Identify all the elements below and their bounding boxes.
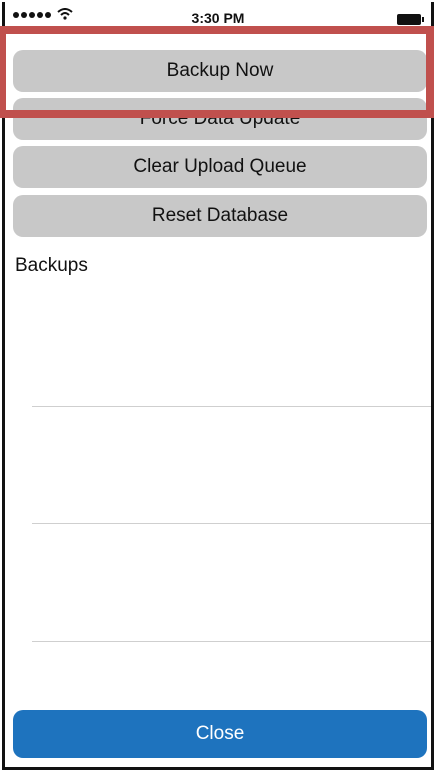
list-divider xyxy=(32,523,431,524)
status-time: 3:30 PM xyxy=(191,10,245,26)
list-divider xyxy=(32,406,431,407)
close-button[interactable]: Close xyxy=(13,710,427,758)
status-bar: 3:30 PM xyxy=(5,2,431,30)
reset-database-button[interactable]: Reset Database xyxy=(13,195,427,237)
clear-upload-queue-button[interactable]: Clear Upload Queue xyxy=(13,146,427,188)
phone-screen: 3:30 PM Backup Now Force Data Update Cle… xyxy=(2,2,434,770)
backups-heading: Backups xyxy=(15,255,88,276)
list-divider xyxy=(32,641,431,642)
backup-now-button[interactable]: Backup Now xyxy=(13,50,427,92)
battery-icon xyxy=(397,14,424,25)
force-data-update-button[interactable]: Force Data Update xyxy=(13,98,427,140)
